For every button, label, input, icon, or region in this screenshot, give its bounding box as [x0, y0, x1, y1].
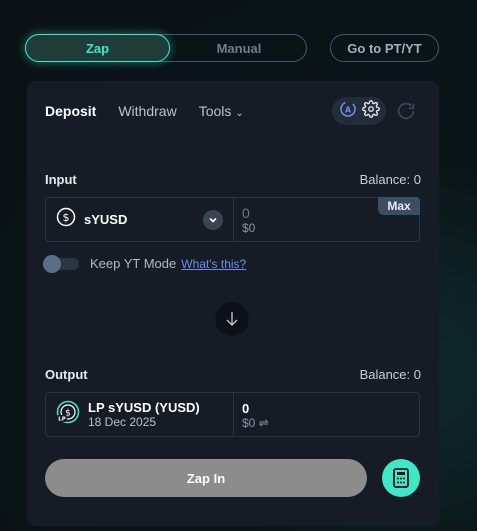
calculator-icon: [393, 468, 409, 488]
output-usd-value: $0 ⇌: [242, 416, 269, 430]
zap-in-button[interactable]: Zap In: [45, 459, 367, 497]
token-dropdown-button[interactable]: [203, 210, 223, 230]
input-amount-area[interactable]: 0 $0 Max: [234, 197, 420, 241]
tab-tools[interactable]: Tools ⌄: [199, 103, 244, 119]
output-token: $ LP LP sYUSD (YUSD) 18 Dec 2025: [46, 393, 234, 436]
arrow-down-icon: [226, 312, 238, 326]
lp-token-icon: $ LP: [56, 400, 80, 429]
manual-mode-button[interactable]: Manual: [170, 34, 308, 62]
tab-tools-label: Tools: [198, 103, 232, 119]
keep-yt-mode-label: Keep YT Mode: [90, 256, 177, 271]
top-bar: Zap Manual Go to PT/YT: [25, 34, 439, 62]
zap-card: Deposit Withdraw Tools ⌄ A Input Balance:…: [27, 81, 439, 526]
whats-this-link[interactable]: What's this?: [181, 257, 246, 271]
keep-yt-mode-toggle[interactable]: [43, 254, 79, 273]
swap-direction-button[interactable]: [215, 302, 249, 336]
output-amount-area: 0 $0 ⇌: [234, 393, 419, 436]
output-label-row: Output Balance: 0: [45, 367, 421, 382]
output-maturity-date: 18 Dec 2025: [88, 415, 157, 429]
output-field: $ LP LP sYUSD (YUSD) 18 Dec 2025 0 $0 ⇌: [45, 392, 420, 437]
chevron-down-icon: ⌄: [235, 108, 244, 119]
input-field: $ sYUSD 0 $0 Max: [45, 197, 420, 242]
zap-mode-button[interactable]: Zap: [25, 34, 170, 62]
yt-mode-row: Keep YT Mode What's this?: [43, 254, 246, 273]
chevron-down-icon: [209, 217, 217, 223]
tab-withdraw[interactable]: Withdraw: [118, 103, 176, 119]
go-to-pt-yt-button[interactable]: Go to PT/YT: [330, 34, 439, 62]
output-balance: Balance: 0: [359, 367, 421, 382]
refresh-icon[interactable]: [395, 100, 417, 122]
input-token-selector[interactable]: $ sYUSD: [46, 198, 234, 241]
action-tabs: Deposit Withdraw Tools ⌄: [45, 103, 266, 119]
svg-text:$: $: [63, 211, 70, 224]
output-token-name: LP sYUSD (YUSD): [88, 400, 200, 415]
max-button[interactable]: Max: [378, 197, 420, 215]
tab-deposit[interactable]: Deposit: [45, 103, 96, 119]
settings-icon[interactable]: [361, 99, 380, 123]
input-balance: Balance: 0: [359, 172, 421, 187]
output-label: Output: [45, 367, 88, 382]
output-amount: 0: [242, 401, 250, 416]
toggle-knob: [43, 254, 61, 273]
settings-pill: A: [332, 97, 386, 125]
input-usd-value: $0: [242, 221, 256, 235]
mode-switch: Zap Manual: [25, 34, 307, 62]
svg-text:A: A: [344, 105, 351, 114]
dollar-token-icon: $: [56, 207, 76, 232]
input-label: Input: [45, 172, 77, 187]
svg-text:LP: LP: [58, 417, 66, 423]
input-token-name: sYUSD: [84, 212, 128, 227]
auto-icon[interactable]: A: [339, 100, 357, 123]
input-label-row: Input Balance: 0: [45, 172, 421, 187]
output-token-info: LP sYUSD (YUSD) 18 Dec 2025: [88, 400, 200, 429]
calculator-button[interactable]: [382, 459, 420, 497]
